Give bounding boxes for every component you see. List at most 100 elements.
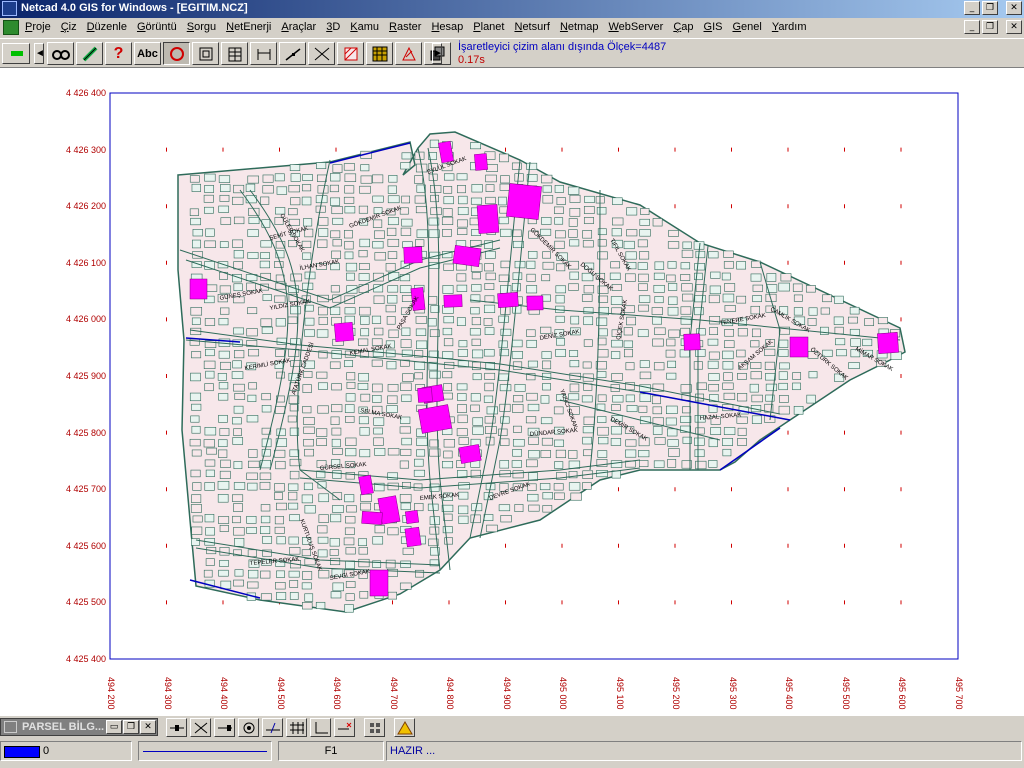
building <box>568 450 578 459</box>
building <box>443 450 453 459</box>
menu-item-7[interactable]: 3D <box>326 21 346 33</box>
menu-item-12[interactable]: Netsurf <box>514 21 555 33</box>
building <box>654 437 666 445</box>
building <box>583 307 594 315</box>
dots-icon[interactable] <box>364 718 385 737</box>
snap-line-icon[interactable] <box>166 718 187 737</box>
building <box>443 196 454 205</box>
building <box>443 439 455 448</box>
building <box>583 383 593 391</box>
snap-end-icon[interactable] <box>334 718 355 737</box>
building <box>582 482 592 490</box>
frame-icon[interactable] <box>192 42 219 65</box>
doc-close-button[interactable]: ✕ <box>1006 20 1022 34</box>
panel-close-button[interactable]: ✕ <box>140 720 156 734</box>
snap-center-icon[interactable] <box>238 718 259 737</box>
menu-item-0[interactable]: Proje <box>25 21 57 33</box>
building <box>750 305 760 315</box>
menu-item-10[interactable]: Hesap <box>431 21 469 33</box>
menu-item-13[interactable]: Netmap <box>560 21 605 33</box>
map-drawing[interactable]: EYLÜL SOKAKGÜLER SOKAKŞEHİT SOKAKİLHAN S… <box>0 68 1024 716</box>
menu-item-17[interactable]: Genel <box>732 21 767 33</box>
help-icon[interactable]: ? <box>105 42 132 65</box>
building <box>525 416 537 424</box>
minimize-button[interactable]: _ <box>964 1 980 15</box>
dimension-icon[interactable] <box>250 42 277 65</box>
building <box>834 326 844 335</box>
building <box>555 285 566 294</box>
mode-toggle-button[interactable] <box>2 43 30 64</box>
building <box>274 449 286 458</box>
panel-icon <box>4 721 17 733</box>
document-icon[interactable] <box>3 20 19 35</box>
building <box>262 536 273 544</box>
binoculars-icon[interactable] <box>47 42 74 65</box>
linetype-status-field[interactable] <box>138 741 272 761</box>
grid-snap-icon[interactable] <box>286 718 307 737</box>
building <box>203 569 213 578</box>
circle-icon[interactable] <box>163 42 190 65</box>
building <box>666 372 677 380</box>
building <box>345 516 356 524</box>
menu-item-3[interactable]: Görüntü <box>137 21 183 33</box>
doc-minimize-button[interactable]: _ <box>964 20 980 34</box>
text-icon[interactable]: Abc <box>134 42 161 65</box>
building <box>458 482 470 490</box>
menu-item-5[interactable]: NetEnerji <box>226 21 277 33</box>
panel-minimize-button[interactable]: ▭ <box>106 720 122 734</box>
toolbar-next-button[interactable]: ► <box>432 43 443 64</box>
polygon-icon[interactable] <box>395 42 422 65</box>
hatch-icon[interactable] <box>337 42 364 65</box>
building <box>190 372 201 382</box>
close-button[interactable]: ✕ <box>1006 1 1022 15</box>
toolbar-prev-button[interactable]: ◄ <box>34 43 45 64</box>
menu-item-15[interactable]: Çap <box>673 21 699 33</box>
menu-item-18[interactable]: Yardım <box>772 21 813 33</box>
menu-item-8[interactable]: Kamu <box>350 21 385 33</box>
highlighted-parcel <box>403 246 423 264</box>
pencil-icon[interactable] <box>76 42 103 65</box>
grid-icon[interactable] <box>221 42 248 65</box>
building <box>276 536 286 545</box>
menu-item-6[interactable]: Araçlar <box>281 21 322 33</box>
building <box>387 527 399 536</box>
building <box>583 339 593 347</box>
raster-icon[interactable] <box>366 42 393 65</box>
building <box>542 360 552 370</box>
color-status-field[interactable]: 0 <box>0 741 132 761</box>
netcad-app-icon[interactable] <box>2 1 17 16</box>
snap-perpendicular-icon[interactable] <box>262 718 283 737</box>
building <box>457 414 468 424</box>
building <box>554 217 564 225</box>
menu-item-14[interactable]: WebServer <box>608 21 669 33</box>
menu-item-1[interactable]: Çiz <box>61 21 83 33</box>
menu-item-9[interactable]: Raster <box>389 21 427 33</box>
intersect-icon[interactable] <box>308 42 335 65</box>
snap-intersect-icon[interactable] <box>190 718 211 737</box>
snap-midpoint-icon[interactable] <box>214 718 235 737</box>
ortho-icon[interactable] <box>310 718 331 737</box>
x-tick-label: 494 600 <box>332 677 342 710</box>
parcel-info-panel[interactable]: PARSEL BİLG... ▭ ❐ ✕ <box>0 718 158 736</box>
restore-button[interactable]: ❐ <box>982 1 998 15</box>
building <box>276 428 286 437</box>
building <box>274 483 285 492</box>
doc-restore-button[interactable]: ❐ <box>982 20 998 34</box>
building <box>665 417 677 426</box>
panel-restore-button[interactable]: ❐ <box>123 720 139 734</box>
map-canvas[interactable]: EYLÜL SOKAK GÜLER SOKAK ŞEHİT SOKAK İLHAN S… <box>0 68 1024 716</box>
menu-item-16[interactable]: GIS <box>704 21 729 33</box>
line-icon[interactable] <box>279 42 306 65</box>
building <box>220 217 232 225</box>
building <box>204 459 216 467</box>
warning-icon[interactable] <box>394 718 415 737</box>
menu-item-2[interactable]: Düzenle <box>87 21 133 33</box>
building <box>332 470 342 479</box>
building <box>317 382 328 390</box>
building <box>541 274 551 282</box>
menu-item-11[interactable]: Planet <box>473 21 510 33</box>
menu-item-4[interactable]: Sorgu <box>187 21 222 33</box>
function-key-field[interactable]: F1 <box>278 741 384 761</box>
building <box>484 327 495 335</box>
building <box>261 405 272 413</box>
